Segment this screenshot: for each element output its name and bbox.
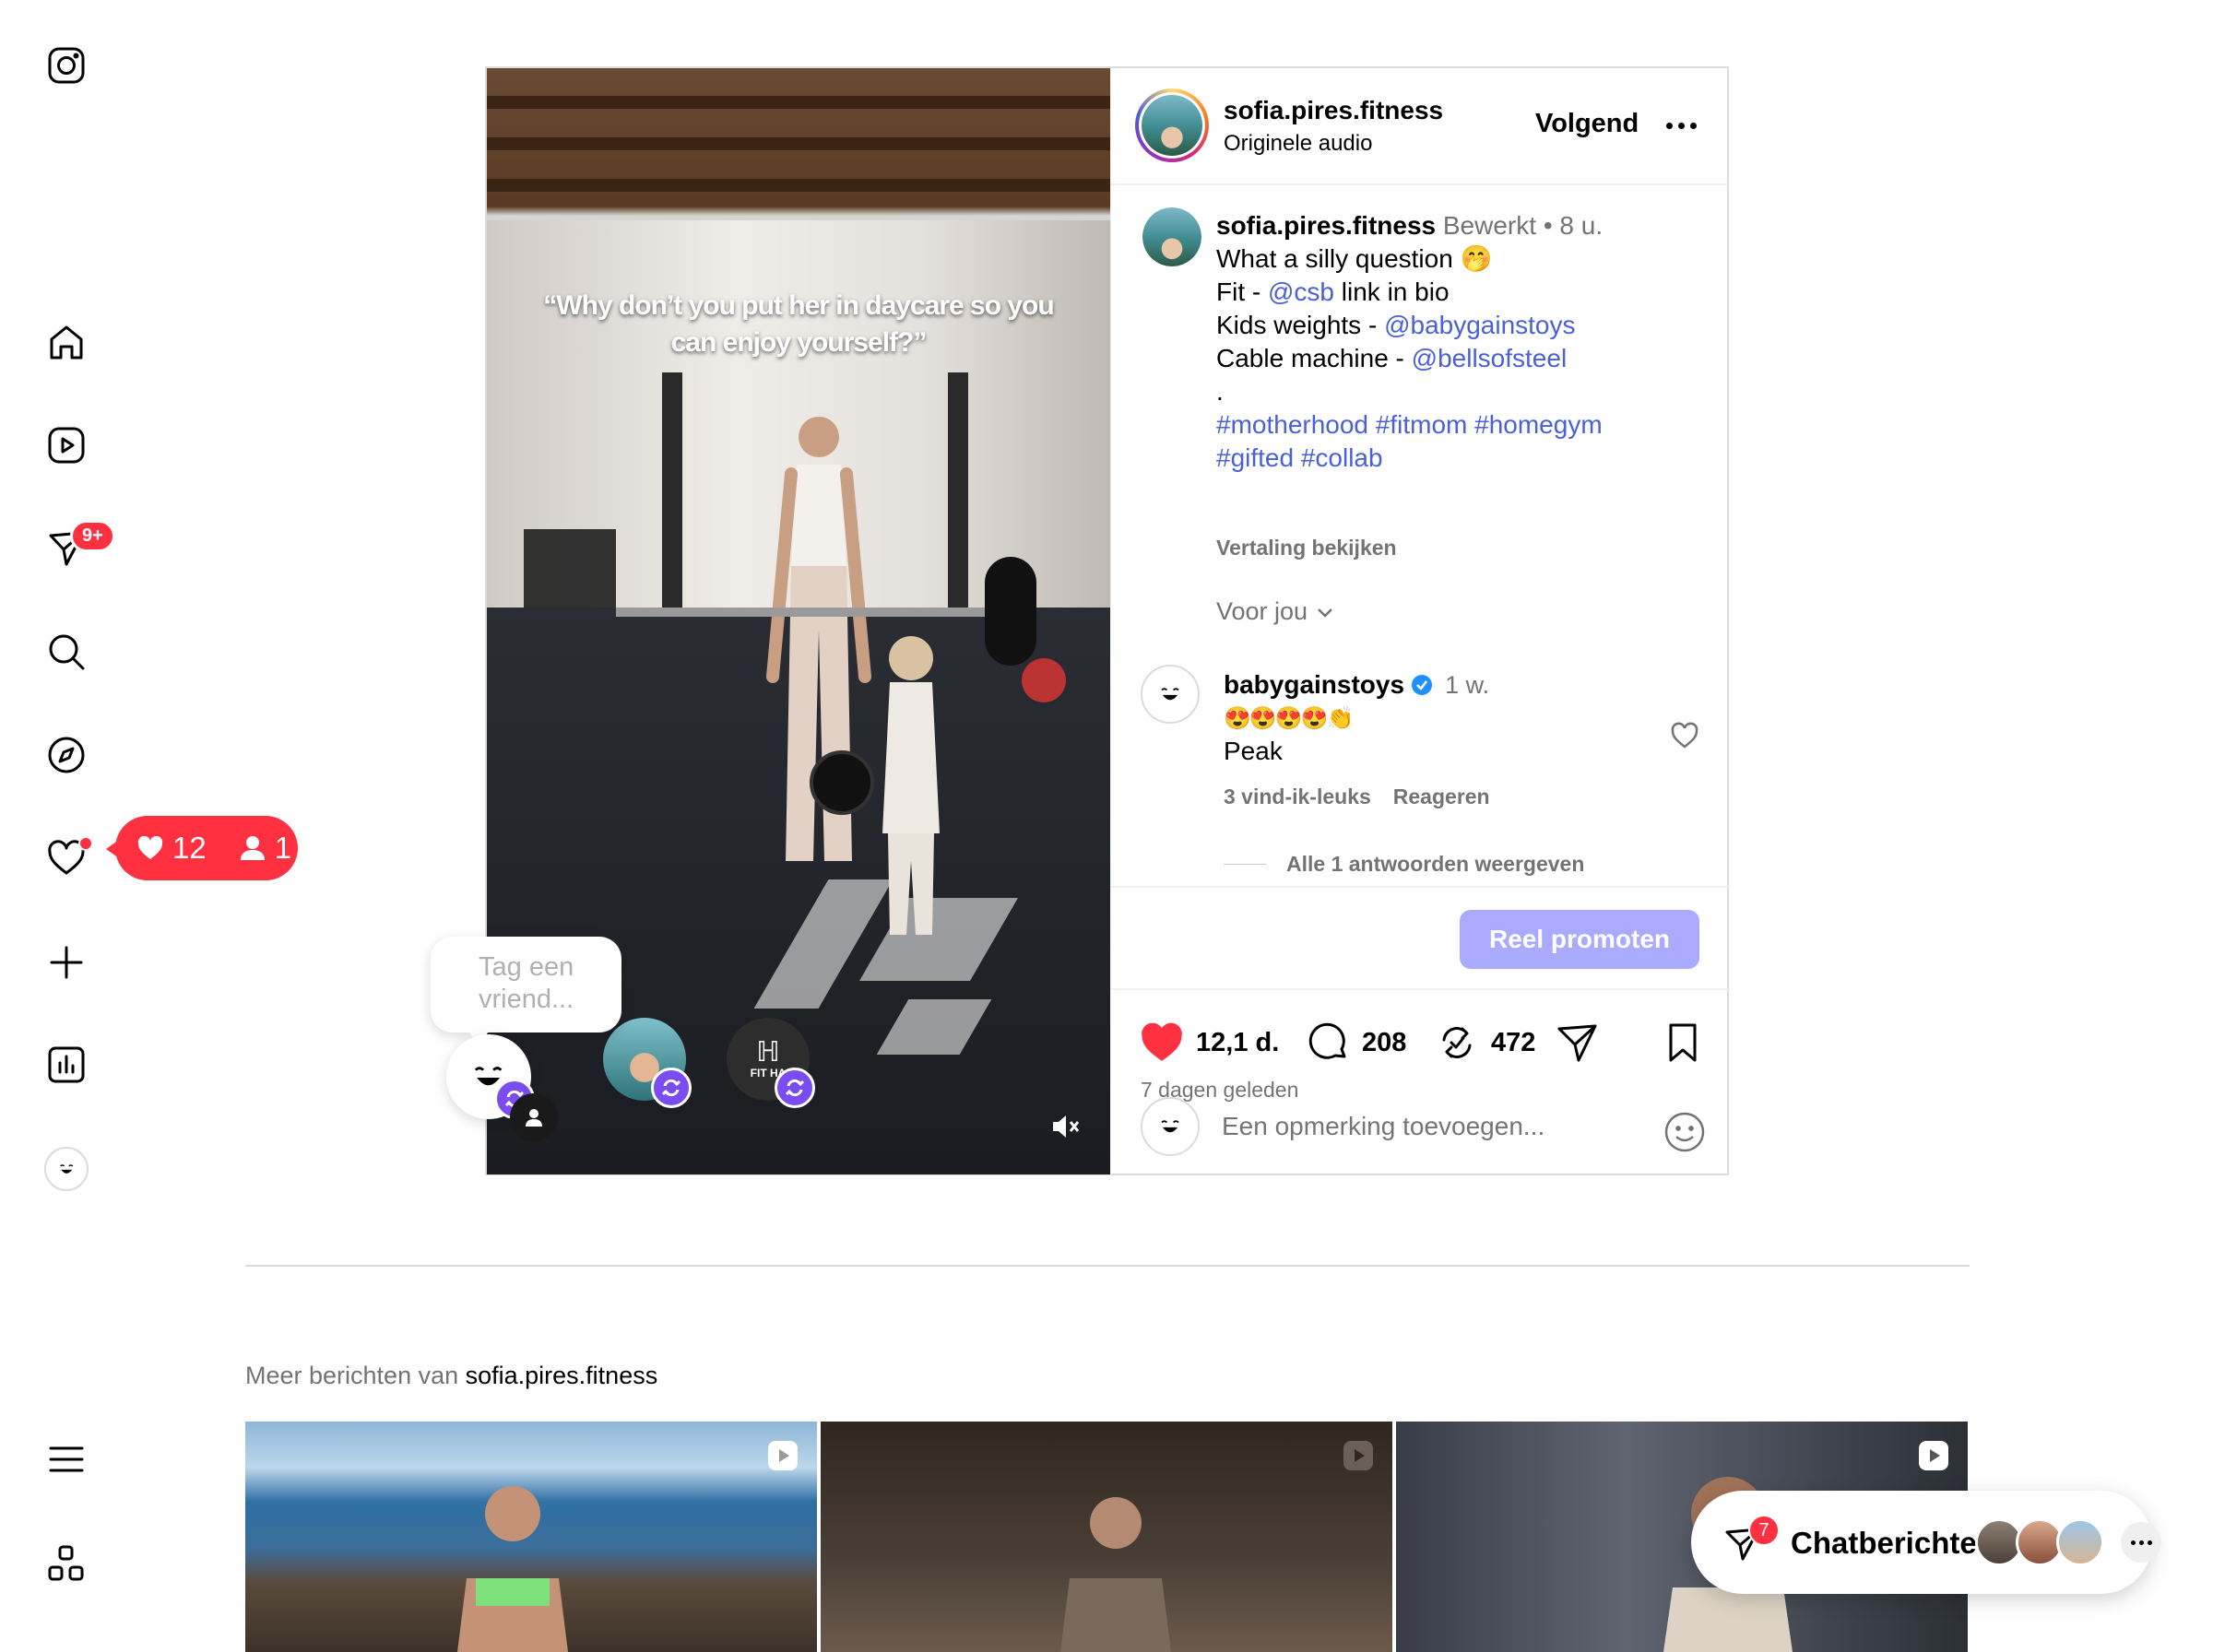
caption-text: sofia.pires.fitness Bewerkt • 8 u. What … bbox=[1216, 209, 1696, 475]
post-dialog: “Why don’t you put her in daycare so you… bbox=[485, 66, 1730, 1175]
commenter-avatar[interactable] bbox=[1141, 665, 1200, 724]
post-details-pane: sofia.pires.fitness Originele audio Volg… bbox=[1110, 68, 1730, 1174]
story-ring-avatar[interactable] bbox=[1135, 88, 1209, 162]
mention-link[interactable]: @babygainstoys bbox=[1384, 311, 1575, 339]
notif-likes-count: 12 bbox=[172, 831, 207, 865]
compass-icon[interactable] bbox=[41, 730, 91, 780]
reposts-count: 472 bbox=[1491, 1027, 1536, 1057]
sort-label: Voor jou bbox=[1216, 597, 1308, 625]
caption-username[interactable]: sofia.pires.fitness bbox=[1216, 211, 1436, 240]
add-comment-bar bbox=[1111, 1075, 1730, 1174]
hashtags[interactable]: #motherhood #fitmom #homegym bbox=[1216, 408, 1696, 442]
child-figure bbox=[882, 636, 940, 935]
comment-bubble-icon bbox=[1308, 1022, 1346, 1059]
comment-input[interactable] bbox=[1222, 1112, 1618, 1141]
person-icon bbox=[240, 836, 265, 860]
share-icon[interactable] bbox=[1554, 1020, 1600, 1066]
heart-filled-icon bbox=[1142, 1022, 1182, 1061]
caption-time: 8 u. bbox=[1559, 211, 1604, 240]
view-replies-link[interactable]: Alle 1 antwoorden weergeven bbox=[1224, 852, 1584, 877]
comment-item: babygainstoys 1 w. 😍😍😍😍👏 Peak 3 vind-ik-… bbox=[1111, 646, 1730, 831]
reel-icon bbox=[765, 1438, 800, 1473]
menu-icon[interactable] bbox=[41, 1434, 91, 1484]
reply-button[interactable]: Reageren bbox=[1393, 785, 1490, 809]
post-username[interactable]: sofia.pires.fitness bbox=[1224, 96, 1443, 125]
more-options-icon[interactable] bbox=[1666, 116, 1703, 135]
emoji-picker-icon[interactable] bbox=[1663, 1110, 1707, 1154]
comments-count: 208 bbox=[1362, 1027, 1407, 1057]
dashboard-icon[interactable] bbox=[41, 1040, 91, 1090]
heart-filled-icon bbox=[137, 835, 163, 859]
more-apps-icon[interactable] bbox=[41, 1539, 91, 1588]
post-header: sofia.pires.fitness Originele audio Volg… bbox=[1111, 68, 1730, 185]
profile-avatar[interactable] bbox=[44, 1147, 89, 1191]
post-thumbnail[interactable] bbox=[245, 1422, 817, 1652]
create-icon[interactable] bbox=[41, 938, 91, 987]
verified-badge-icon bbox=[1412, 675, 1433, 695]
medicine-ball bbox=[1022, 658, 1066, 702]
commenter-username[interactable]: babygainstoys 1 w. bbox=[1224, 670, 1489, 700]
bookmark-icon[interactable] bbox=[1660, 1020, 1706, 1066]
comment-body: Peak bbox=[1224, 737, 1283, 765]
repost-action[interactable]: 472 bbox=[1434, 1020, 1535, 1066]
chat-messages-pill[interactable]: 7 Chatberichten bbox=[1691, 1491, 2161, 1594]
chevron-down-icon bbox=[1318, 608, 1332, 618]
promote-reel-button[interactable]: Reel promoten bbox=[1460, 910, 1699, 969]
reel-overlay-quote: “Why don’t you put her in daycare so you… bbox=[543, 290, 1054, 358]
repost-icon bbox=[1442, 1027, 1472, 1058]
reels-icon[interactable] bbox=[41, 420, 91, 470]
barbell bbox=[616, 608, 1022, 617]
reel-icon bbox=[1916, 1438, 1951, 1473]
section-divider bbox=[245, 1265, 1970, 1267]
chat-avatars bbox=[1975, 1518, 2104, 1566]
instagram-logo-icon[interactable] bbox=[41, 41, 91, 90]
collab-badge-icon bbox=[651, 1068, 692, 1108]
comment-like-icon[interactable] bbox=[1669, 720, 1700, 751]
likes-count: 12,1 d. bbox=[1196, 1027, 1280, 1057]
sidebar: 9+ 12 1 bbox=[0, 0, 298, 1652]
tag-friend-bubble[interactable]: Tag een vriend... bbox=[431, 937, 621, 1044]
comment-sort-dropdown[interactable]: Voor jou bbox=[1216, 597, 1335, 626]
fit-ha-logo-icon: ℍ bbox=[756, 1037, 780, 1068]
mute-icon[interactable] bbox=[1049, 1110, 1083, 1143]
caption-line: What a silly question 🤭 bbox=[1216, 244, 1493, 273]
comment-action[interactable]: 208 bbox=[1305, 1020, 1406, 1066]
following-button[interactable]: Volgend bbox=[1535, 109, 1639, 139]
notifications-popover[interactable]: 12 1 bbox=[106, 816, 298, 880]
audio-label[interactable]: Originele audio bbox=[1224, 131, 1372, 157]
chat-avatar bbox=[2056, 1518, 2104, 1566]
mention-link[interactable]: @bellsofsteel bbox=[1412, 344, 1568, 372]
caption-avatar[interactable] bbox=[1142, 207, 1201, 266]
messages-badge: 9+ bbox=[70, 520, 115, 552]
tagged-people-icon[interactable] bbox=[510, 1093, 558, 1141]
promote-section: Reel promoten bbox=[1111, 886, 1730, 990]
comment-likes[interactable]: 3 vind-ik-leuks bbox=[1224, 785, 1371, 809]
home-icon[interactable] bbox=[41, 318, 91, 368]
collab-badge-icon bbox=[775, 1068, 815, 1108]
comment-emoji: 😍😍😍😍👏 bbox=[1224, 706, 1354, 731]
chat-badge: 7 bbox=[1748, 1515, 1780, 1546]
comment-time: 1 w. bbox=[1445, 670, 1490, 699]
reel-icon bbox=[1341, 1438, 1376, 1473]
chat-label: Chatberichten bbox=[1791, 1526, 1980, 1560]
see-translation-link[interactable]: Vertaling bekijken bbox=[1216, 536, 1397, 560]
like-action[interactable]: 12,1 d. bbox=[1139, 1020, 1279, 1066]
more-posts-username[interactable]: sofia.pires.fitness bbox=[466, 1362, 658, 1389]
more-posts-title: Meer berichten van sofia.pires.fitness bbox=[245, 1362, 658, 1389]
mention-link[interactable]: @csb bbox=[1268, 277, 1334, 306]
post-thumbnail[interactable] bbox=[821, 1422, 1392, 1652]
edited-label: Bewerkt bbox=[1442, 211, 1537, 240]
hashtags[interactable]: #gifted #collab bbox=[1216, 442, 1696, 475]
search-icon[interactable] bbox=[41, 627, 91, 677]
tag-friend-prompt: Tag een vriend... bbox=[479, 952, 574, 1014]
own-avatar bbox=[1141, 1097, 1200, 1156]
notification-dot bbox=[78, 836, 93, 851]
weight-plate bbox=[985, 557, 1036, 666]
caption-section: sofia.pires.fitness Bewerkt • 8 u. What … bbox=[1111, 185, 1730, 886]
chat-more-icon[interactable] bbox=[2121, 1522, 2161, 1563]
small-weight-plate bbox=[810, 750, 874, 815]
notif-follows-count: 1 bbox=[274, 831, 292, 865]
